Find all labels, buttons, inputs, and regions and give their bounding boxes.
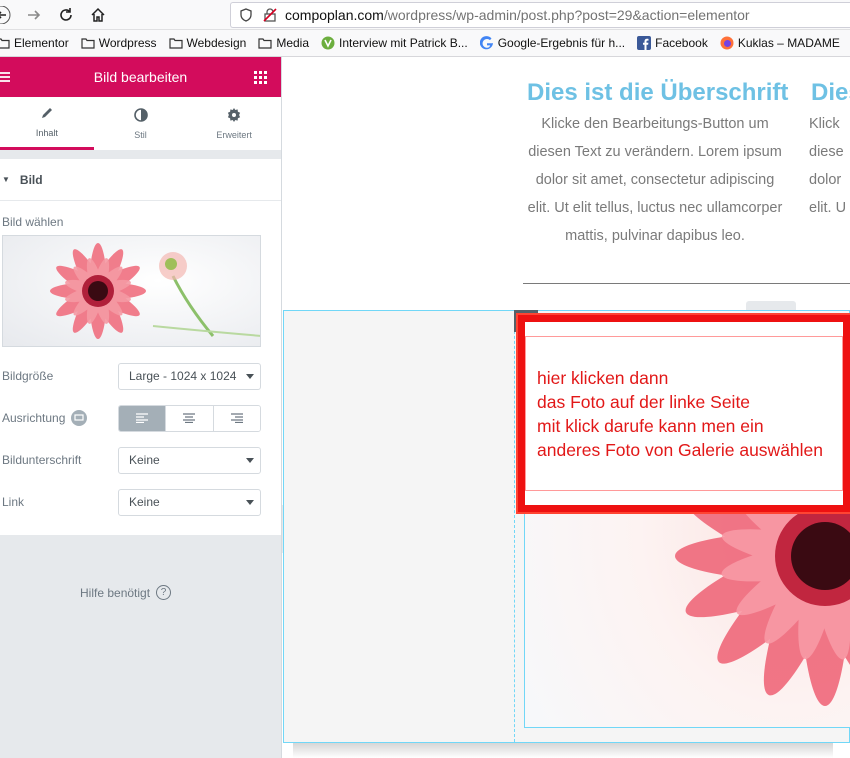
link-select[interactable]: Keine (118, 488, 261, 516)
heading-widget[interactable]: Dies ist die Überschrift (527, 79, 788, 107)
chevron-down-icon (246, 457, 254, 463)
bookmark-wordpress[interactable]: Wordpress (81, 36, 157, 50)
column-outline (514, 311, 515, 742)
forward-button[interactable] (22, 3, 46, 27)
contrast-icon (133, 107, 148, 125)
caption-select[interactable]: Keine (118, 446, 261, 474)
pencil-icon (40, 106, 54, 123)
bookmark-webdesign[interactable]: Webdesign (168, 36, 246, 50)
chevron-down-icon (246, 499, 254, 505)
caret-down-icon: ▼ (2, 175, 10, 184)
heading-widget-next[interactable]: Dies (811, 79, 850, 107)
home-icon (91, 7, 105, 22)
shield-icon (240, 8, 252, 22)
question-circle-icon: ? (156, 585, 172, 600)
bookmarks-bar: Elementor Wordpress Webdesign Media Inte… (0, 30, 850, 57)
image-size-select[interactable]: Large - 1024 x 1024 (118, 362, 261, 390)
image-section-controls: ▼ Bild Bild wählen Bildgröße Large - 102… (0, 159, 281, 535)
back-arrow-icon (0, 6, 11, 24)
home-button[interactable] (86, 3, 110, 27)
image-size-label: Bildgröße (2, 369, 54, 383)
align-left-icon (136, 413, 149, 423)
google-icon (479, 36, 494, 50)
folder-icon (168, 37, 183, 49)
back-button[interactable] (0, 3, 18, 27)
tab-inhalt[interactable]: Inhalt (0, 97, 94, 150)
reload-button[interactable] (54, 3, 78, 27)
align-right-icon (230, 413, 243, 423)
elementor-panel: Bild bearbeiten Inhalt Stil Erweitert ▼ … (0, 57, 282, 758)
link-label: Link (2, 495, 25, 509)
alignment-label: Ausrichtung (2, 410, 118, 426)
gerbera-flower-thumbnail (3, 236, 260, 346)
image-choose-label: Bild wählen (2, 215, 64, 229)
facebook-icon (637, 36, 652, 50)
bookmark-kuklas[interactable]: Kuklas – MADAME (720, 36, 840, 50)
text-editor-widget-next[interactable]: Klick diese dolor elit. U (809, 110, 850, 222)
reload-icon (60, 8, 72, 21)
align-center-button[interactable] (166, 405, 214, 431)
panel-header: Bild bearbeiten (0, 57, 281, 97)
tab-stil[interactable]: Stil (94, 97, 188, 150)
bookmark-elementor[interactable]: Elementor (0, 36, 69, 50)
row-alignment: Ausrichtung (0, 397, 281, 439)
text-editor-widget[interactable]: Klicke den Bearbeitungs-Button um diesen… (515, 110, 795, 250)
tab-erweitert[interactable]: Erweitert (187, 97, 281, 150)
url-path: /wordpress/wp-admin/post.php?post=29&act… (383, 7, 750, 23)
folder-icon (258, 37, 272, 49)
v-logo-icon (321, 36, 335, 50)
url-bar[interactable]: compoplan.com/wordpress/wp-admin/post.ph… (230, 2, 850, 28)
align-center-icon (183, 413, 196, 423)
panel-title: Bild bearbeiten (93, 69, 188, 85)
widgets-grid-icon[interactable] (254, 71, 267, 87)
browser-toolbar: compoplan.com/wordpress/wp-admin/post.ph… (0, 0, 850, 30)
align-left-button[interactable] (119, 405, 167, 431)
folder-icon (0, 37, 10, 49)
divider-line (523, 283, 850, 284)
chevron-down-icon (246, 373, 254, 379)
hamburger-menu-icon[interactable] (0, 70, 12, 86)
image-chooser-preview[interactable] (2, 235, 261, 347)
help-link[interactable]: Hilfe benötigt ? (80, 585, 172, 600)
forward-arrow-icon (28, 10, 41, 20)
bookmark-google[interactable]: Google-Ergebnis für h... (479, 36, 625, 50)
url-host: compoplan.com (285, 7, 384, 23)
panel-tabs: Inhalt Stil Erweitert (0, 97, 281, 151)
row-link: Link Keine (0, 481, 281, 523)
row-image-size: Bildgröße Large - 1024 x 1024 (0, 355, 281, 397)
alignment-choices (118, 404, 261, 432)
gear-icon (227, 107, 241, 125)
annotation-callout: hier klicken dann das Foto auf der linke… (518, 315, 850, 512)
insecure-lock-icon (263, 8, 277, 22)
bookmark-media[interactable]: Media (258, 36, 309, 50)
bookmark-interview[interactable]: Interview mit Patrick B... (321, 36, 468, 50)
bookmark-facebook[interactable]: Facebook (637, 36, 708, 50)
responsive-desktop-icon[interactable] (71, 410, 88, 426)
firefox-icon (720, 36, 734, 50)
row-caption: Bildunterschrift Keine (0, 439, 281, 481)
caption-label: Bildunterschrift (2, 453, 82, 467)
folder-icon (81, 37, 95, 49)
align-right-button[interactable] (213, 405, 260, 431)
section-toggle-bild[interactable]: ▼ Bild (0, 159, 281, 201)
